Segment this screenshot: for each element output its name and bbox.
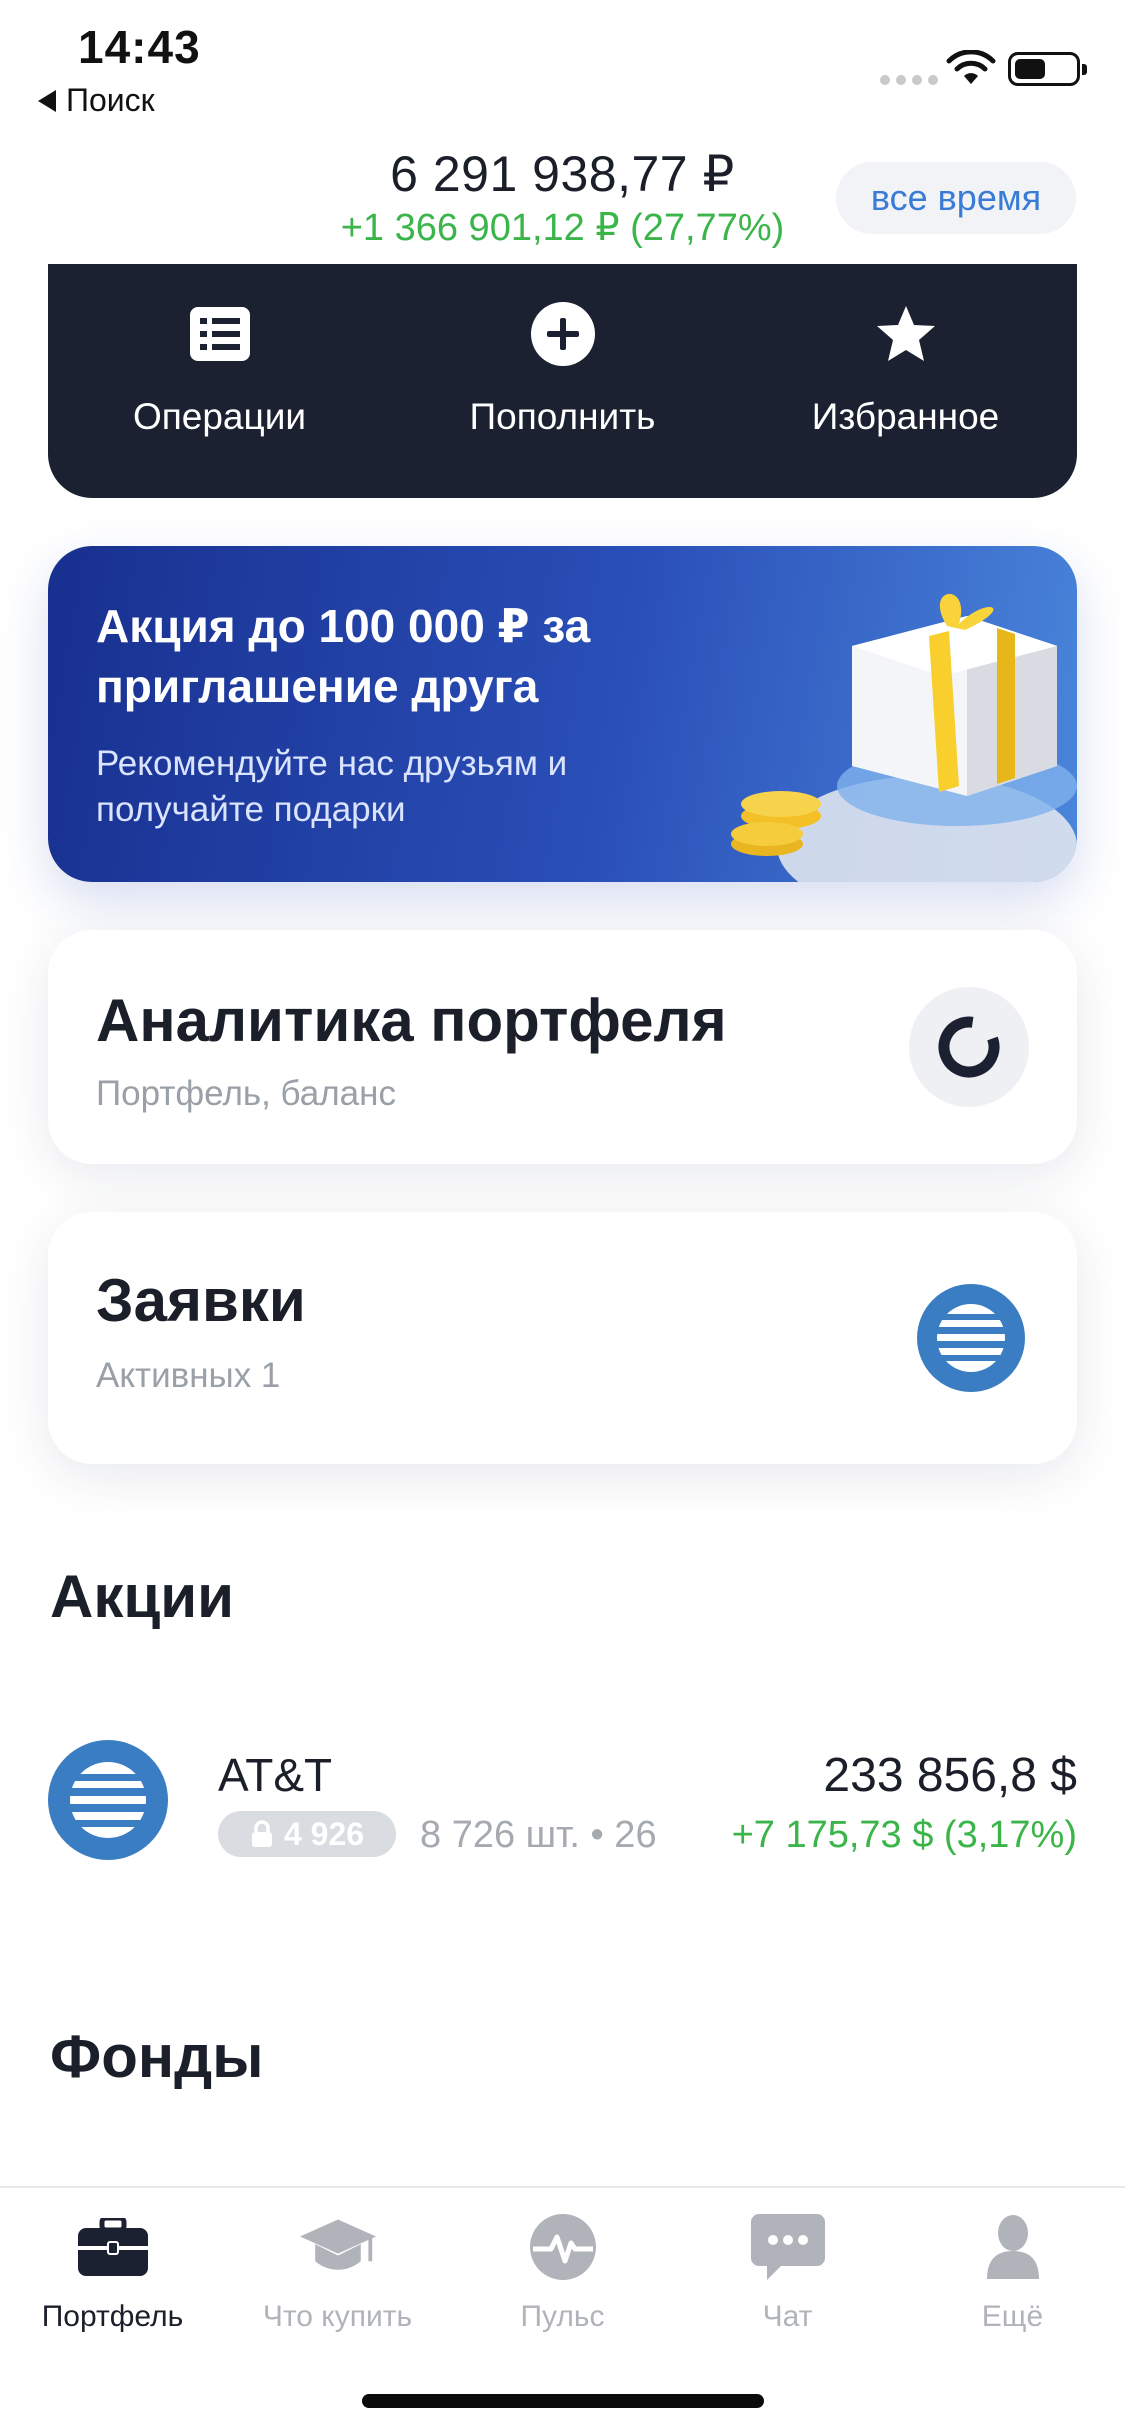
tab-what-to-buy-label: Что купить	[262, 2300, 413, 2333]
stock-name: AT&T	[218, 1749, 333, 1801]
back-link-label: Поиск	[66, 82, 155, 118]
home-indicator	[362, 2394, 764, 2408]
graduation-cap-icon	[299, 2212, 376, 2282]
tab-chat-label: Чат	[762, 2300, 813, 2333]
tab-pulse-label: Пульс	[520, 2300, 605, 2333]
tab-what-to-buy[interactable]: Что купить	[225, 2212, 450, 2334]
top-up-label: Пополнить	[469, 396, 656, 437]
tab-more[interactable]: Ещё	[900, 2212, 1125, 2334]
promo-title: Акция до 100 000 ₽ за приглашение друга	[96, 600, 591, 712]
att-logo-icon	[48, 1740, 168, 1860]
top-up-button[interactable]: Пополнить	[391, 264, 734, 498]
briefcase-icon	[75, 2212, 151, 2282]
tab-portfolio-label: Портфель	[41, 2300, 184, 2333]
period-selector[interactable]: все время	[836, 162, 1076, 234]
stocks-section-title: Акции	[50, 1563, 235, 1630]
chat-icon	[750, 2212, 826, 2282]
donut-chart-icon	[909, 987, 1029, 1107]
list-icon	[188, 302, 252, 366]
wifi-icon	[946, 50, 996, 84]
pulse-icon	[525, 2212, 601, 2282]
orders-subtitle: Активных 1	[96, 1356, 281, 1395]
orders-title: Заявки	[96, 1267, 306, 1334]
status-time: 14:43	[78, 21, 201, 73]
favorites-button[interactable]: Избранное	[734, 264, 1077, 498]
favorites-label: Избранное	[811, 396, 1000, 437]
cellular-signal-icon	[880, 75, 938, 85]
stock-value: 233 856,8 $	[823, 1749, 1077, 1802]
operations-label: Операции	[132, 396, 307, 437]
tab-more-label: Ещё	[981, 2300, 1044, 2333]
locked-quantity: 4 926	[283, 1815, 365, 1852]
analytics-title: Аналитика портфеля	[96, 987, 727, 1054]
operations-button[interactable]: Операции	[48, 264, 391, 498]
tab-portfolio[interactable]: Портфель	[0, 2212, 225, 2334]
back-to-search-link[interactable]: Поиск	[38, 82, 155, 119]
stock-change: +7 175,73 $ (3,17%)	[731, 1814, 1077, 1856]
att-logo-icon	[917, 1284, 1025, 1392]
stock-row-att[interactable]: AT&T 4 926 8 726 шт. • 26 233 856,8 $ +7…	[0, 1740, 1125, 1870]
status-bar: 14:43 Поиск	[0, 0, 1125, 130]
analytics-subtitle: Портфель, баланс	[96, 1074, 396, 1113]
back-arrow-icon	[38, 89, 56, 112]
lock-icon	[251, 1820, 272, 1847]
tab-chat[interactable]: Чат	[675, 2212, 900, 2334]
battery-icon	[1008, 52, 1087, 86]
star-icon	[874, 302, 938, 366]
quick-actions-card: Операции Пополнить Избранное	[48, 264, 1077, 498]
promo-subtitle: Рекомендуйте нас друзьям и получайте под…	[96, 744, 568, 829]
orders-card[interactable]: Заявки Активных 1	[48, 1212, 1077, 1464]
gift-box-illustration	[731, 593, 1077, 882]
portfolio-analytics-card[interactable]: Аналитика портфеля Портфель, баланс	[48, 930, 1077, 1164]
locked-quantity-badge: 4 926	[218, 1811, 396, 1857]
referral-promo-banner[interactable]: Акция до 100 000 ₽ за приглашение друга …	[48, 546, 1077, 882]
profile-icon	[975, 2212, 1051, 2282]
tab-pulse[interactable]: Пульс	[450, 2212, 675, 2334]
funds-section-title: Фонды	[50, 2023, 264, 2090]
stock-quantity: 8 726 шт. • 26	[420, 1814, 657, 1856]
plus-circle-icon	[530, 302, 595, 366]
